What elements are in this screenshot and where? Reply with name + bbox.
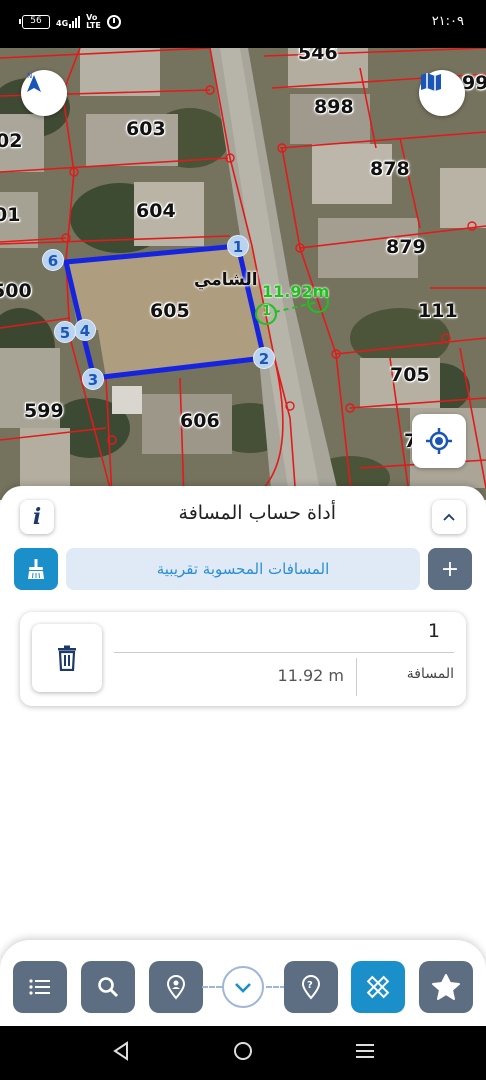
- info-button[interactable]: i: [20, 500, 54, 534]
- volte-indicator: Vo LTE: [86, 14, 101, 30]
- network-type: 4G: [56, 19, 69, 28]
- my-location-button[interactable]: [412, 414, 466, 468]
- distance-tool-panel: i أداة حساب المسافة المسافات المحسوبة تق…: [0, 486, 486, 956]
- list-icon: [29, 979, 50, 995]
- clear-button[interactable]: [14, 548, 58, 590]
- volte-bottom: LTE: [86, 21, 101, 30]
- parcel-label: 599: [24, 400, 64, 422]
- parcel-label: 879: [386, 236, 426, 258]
- vertex-marker[interactable]: 4: [74, 319, 96, 341]
- svg-text:N: N: [27, 72, 32, 80]
- panel-header: i أداة حساب المسافة: [0, 486, 486, 544]
- parcel-label: 898: [314, 96, 354, 118]
- help-marker-icon: ?: [301, 975, 321, 1000]
- status-time: ٢١:٠٩: [431, 14, 464, 29]
- nav-home-button[interactable]: [232, 1040, 254, 1066]
- home-circle-icon: [234, 1042, 252, 1060]
- parcel-label: 546: [298, 48, 338, 64]
- parcel-label: 99: [462, 72, 486, 94]
- battery-level: 56: [30, 16, 42, 26]
- trash-icon: [58, 645, 76, 671]
- parcel-label: 603: [126, 118, 166, 140]
- vertex-marker[interactable]: 2: [253, 347, 275, 369]
- parcel-label: 878: [370, 158, 410, 180]
- measurement-value: 11.92 m: [277, 666, 344, 685]
- search-button[interactable]: [81, 961, 135, 1013]
- measure-distance-label: 11.92m: [262, 282, 330, 301]
- compass-north-icon[interactable]: N: [21, 70, 67, 116]
- map-icon: [421, 73, 441, 91]
- add-measurement-button[interactable]: +: [428, 548, 472, 590]
- card-column-divider: [356, 658, 357, 696]
- status-icons: 56 4G Vo LTE: [19, 14, 121, 30]
- ruler-tool-button[interactable]: [351, 961, 405, 1013]
- toggle-panel-button[interactable]: [222, 966, 264, 1008]
- chevron-down-icon: [235, 982, 251, 993]
- signal-icon: [69, 16, 81, 28]
- measure-point-label: 1: [262, 304, 272, 319]
- list-button[interactable]: [13, 961, 67, 1013]
- map-layers-icon[interactable]: [419, 70, 465, 116]
- compass-arrow-icon: N: [27, 72, 41, 92]
- card-divider: [114, 652, 454, 653]
- parcel-label: 500: [0, 280, 32, 302]
- street-label: الشامي: [194, 270, 258, 290]
- collapse-button[interactable]: [432, 500, 466, 534]
- place-marker-icon: [166, 975, 186, 1000]
- favorite-star-icon: [432, 974, 460, 1000]
- ruler-tool-icon: [366, 975, 390, 999]
- bottom-toolbar: ?: [0, 940, 486, 1028]
- place-marker-button[interactable]: [149, 961, 203, 1013]
- vertex-marker[interactable]: 6: [42, 249, 64, 271]
- parcel-label: 111: [418, 300, 458, 322]
- network-indicator: 4G: [56, 16, 81, 28]
- parcel-label: 705: [390, 364, 430, 386]
- chevron-up-icon: [443, 513, 455, 521]
- battery-icon: 56: [19, 15, 50, 29]
- system-nav-bar: [0, 1026, 486, 1080]
- my-location-icon: [426, 428, 452, 454]
- approximate-distances-notice: المسافات المحسوبة تقريبية: [66, 548, 420, 590]
- toolbar-dash-left: [202, 986, 222, 988]
- broom-icon: [28, 559, 44, 579]
- parcel-label: 01: [0, 204, 21, 226]
- nav-recents-button[interactable]: [354, 1040, 376, 1066]
- parcel-label: 605: [150, 300, 190, 322]
- plus-icon: +: [440, 556, 460, 582]
- info-icon: i: [32, 504, 42, 530]
- help-marker-button[interactable]: ?: [284, 961, 338, 1013]
- measurement-card: 1 11.92 m المسافة: [20, 612, 466, 706]
- vertex-marker[interactable]: 1: [227, 235, 249, 257]
- recents-menu-icon: [356, 1044, 374, 1058]
- measurement-label: المسافة: [406, 666, 454, 682]
- toolbar-dash-right: [266, 986, 286, 988]
- vertex-marker[interactable]: 5: [54, 321, 76, 343]
- back-triangle-icon: [113, 1041, 128, 1061]
- app-root: 56 4G Vo LTE ٢١:٠٩ 546 99 898 603 02 878…: [0, 0, 486, 1080]
- svg-text:?: ?: [307, 980, 313, 991]
- search-icon: [98, 977, 119, 998]
- parcel-label: 606: [180, 410, 220, 432]
- parcel-label: 604: [136, 200, 176, 222]
- measurement-index: 1: [427, 620, 440, 642]
- delete-measurement-button[interactable]: [32, 624, 102, 692]
- alarm-icon: [106, 15, 121, 29]
- vertex-marker[interactable]: 3: [82, 368, 104, 390]
- status-bar: 56 4G Vo LTE ٢١:٠٩: [0, 0, 486, 48]
- favorites-button[interactable]: [419, 961, 473, 1013]
- nav-back-button[interactable]: [112, 1040, 130, 1066]
- panel-title: أداة حساب المسافة: [178, 502, 336, 524]
- parcel-label: 02: [0, 130, 23, 152]
